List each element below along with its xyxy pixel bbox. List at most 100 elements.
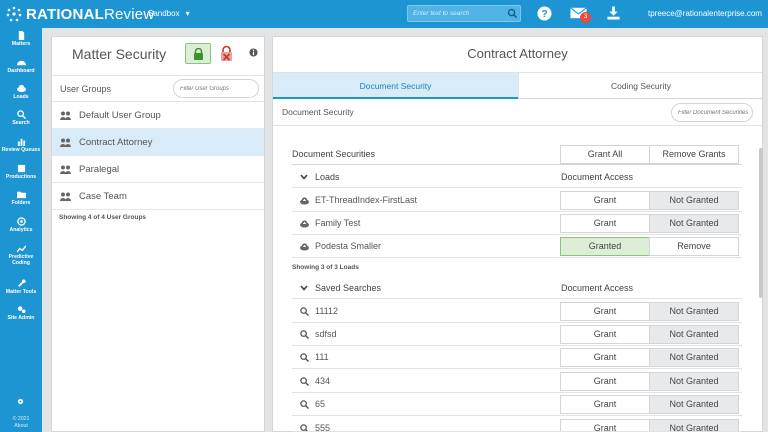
- production-icon: [17, 164, 25, 173]
- unlock-button[interactable]: [185, 43, 211, 64]
- download-icon[interactable]: [607, 6, 620, 20]
- sidebar-item-label: Search: [12, 120, 30, 126]
- not-granted-button[interactable]: Not Granted: [649, 348, 739, 367]
- saved-search-label: sdfsd: [315, 329, 337, 339]
- saved-searches-section-header[interactable]: Saved Searches Document Access: [292, 277, 742, 299]
- subheader-label: Document Security: [282, 107, 354, 117]
- sidebar-item-label: Dashboard: [7, 68, 35, 74]
- not-granted-button[interactable]: Not Granted: [649, 419, 739, 431]
- filter-user-groups-input[interactable]: [173, 79, 259, 98]
- grant-button[interactable]: Grant: [560, 325, 650, 344]
- user-group-row[interactable]: Default User Group: [52, 102, 264, 129]
- load-row: Family Test Grant Not Granted: [292, 212, 742, 235]
- gears-icon: [17, 306, 26, 314]
- sidebar-item-matters[interactable]: Matters: [0, 31, 42, 47]
- saved-search-row: 65 Grant Not Granted: [292, 393, 742, 416]
- lock-remove-icon[interactable]: [218, 45, 235, 62]
- document-access-label: Document Access: [561, 283, 634, 293]
- grant-button[interactable]: Grant: [560, 419, 650, 431]
- users-icon: [60, 192, 71, 201]
- load-label: ET-ThreadIndex-FirstLast: [315, 195, 418, 205]
- sidebar-item-productions[interactable]: Productions: [0, 164, 42, 180]
- scrollbar[interactable]: [759, 148, 763, 298]
- mail-count-badge: 3: [580, 12, 591, 23]
- document-securities-label: Document Securities: [292, 149, 376, 159]
- search-icon[interactable]: [507, 8, 518, 19]
- grant-button[interactable]: Grant: [560, 395, 650, 414]
- tab-coding-security[interactable]: Coding Security: [518, 72, 762, 99]
- not-granted-button[interactable]: Not Granted: [649, 372, 739, 391]
- loads-section-header[interactable]: Loads Document Access: [292, 166, 742, 188]
- cloud-upload-icon: [16, 84, 26, 93]
- not-granted-button[interactable]: Not Granted: [649, 325, 739, 344]
- about-link[interactable]: About: [0, 423, 42, 430]
- line-chart-icon: [16, 245, 26, 253]
- user-group-label: Paralegal: [79, 164, 120, 175]
- sidebar-item-dashboard[interactable]: Dashboard: [0, 58, 42, 74]
- info-icon[interactable]: [249, 48, 258, 57]
- grant-button[interactable]: Grant: [560, 214, 650, 233]
- analytics-icon: [16, 217, 26, 226]
- section-label: Saved Searches: [315, 283, 382, 293]
- user-group-label: Default User Group: [79, 110, 161, 121]
- dashboard-icon: [16, 60, 26, 66]
- grant-button[interactable]: Grant: [560, 372, 650, 391]
- document-access-label: Document Access: [561, 172, 634, 182]
- sidebar-item-label: Matter Tools: [5, 289, 37, 295]
- section-label: Loads: [315, 172, 340, 182]
- tab-document-security[interactable]: Document Security: [273, 72, 518, 99]
- cloud-upload-icon: [300, 220, 309, 228]
- user-group-row[interactable]: Case Team: [52, 183, 264, 210]
- saved-search-label: 555: [315, 423, 331, 432]
- remove-button[interactable]: Remove: [649, 237, 739, 256]
- sidebar-item-site-admin[interactable]: Site Admin: [0, 305, 42, 321]
- filter-document-securities-input[interactable]: [671, 103, 753, 122]
- users-icon: [60, 165, 71, 174]
- grant-button[interactable]: Grant: [560, 348, 650, 367]
- sidebar-item-predictive-coding[interactable]: Predictive Coding: [0, 244, 42, 266]
- saved-search-label: 434: [315, 376, 331, 386]
- saved-search-row: 555 Grant Not Granted: [292, 417, 742, 432]
- not-granted-button[interactable]: Not Granted: [649, 302, 739, 321]
- grant-button[interactable]: Grant: [560, 191, 650, 210]
- load-label: Podesta Smaller: [315, 241, 382, 251]
- copyright-year: © 2021: [12, 416, 30, 422]
- document-securities-header: Document Securities Grant All Remove Gra…: [292, 145, 742, 165]
- not-granted-button[interactable]: Not Granted: [649, 395, 739, 414]
- user-groups-header: User Groups: [52, 75, 264, 102]
- remove-grants-button[interactable]: Remove Grants: [649, 145, 739, 164]
- sidebar-item-matter-tools[interactable]: Matter Tools: [0, 279, 42, 295]
- not-granted-button[interactable]: Not Granted: [649, 191, 739, 210]
- chevron-down-icon: [300, 174, 308, 180]
- chevron-down-icon: ▾: [185, 9, 190, 18]
- help-icon[interactable]: ?: [537, 6, 552, 21]
- settings-icon[interactable]: [17, 398, 24, 405]
- sidebar-item-loads[interactable]: Loads: [0, 84, 42, 100]
- app-logo[interactable]: RATIONALReview: [6, 5, 154, 23]
- sidebar-item-analytics[interactable]: Analytics: [0, 217, 42, 233]
- sidebar-item-search[interactable]: Search: [0, 110, 42, 126]
- user-group-row-selected[interactable]: Contract Attorney: [52, 129, 264, 156]
- bar-chart-icon: [17, 138, 25, 146]
- grant-all-button[interactable]: Grant All: [560, 145, 650, 164]
- project-selector[interactable]: Sandbox ▾: [148, 9, 190, 18]
- saved-search-row: 434 Grant Not Granted: [292, 370, 742, 393]
- saved-search-label: 11112: [315, 306, 339, 316]
- load-label: Family Test: [315, 218, 361, 228]
- document-security-subheader: Document Security: [273, 99, 762, 126]
- sidebar-item-label: Folders: [11, 200, 31, 206]
- sidebar-item-label: Productions: [5, 174, 37, 180]
- sidebar-item-label: Predictive Coding: [8, 254, 34, 266]
- sidebar-item-review-queues[interactable]: Review Queues: [0, 137, 42, 153]
- not-granted-button[interactable]: Not Granted: [649, 214, 739, 233]
- granted-button[interactable]: Granted: [560, 237, 650, 256]
- user-group-row[interactable]: Paralegal: [52, 156, 264, 183]
- grant-button[interactable]: Grant: [560, 302, 650, 321]
- sidebar-item-folders[interactable]: Folders: [0, 190, 42, 206]
- top-bar: RATIONALReview Sandbox ▾ ? 3 tpreece@rat…: [0, 0, 768, 28]
- search-icon: [300, 377, 309, 386]
- document-icon: [18, 31, 24, 40]
- search-input[interactable]: [408, 6, 500, 21]
- user-email[interactable]: tpreece@rationalenterprise.com: [648, 9, 762, 18]
- load-row: ET-ThreadIndex-FirstLast Grant Not Grant…: [292, 189, 742, 212]
